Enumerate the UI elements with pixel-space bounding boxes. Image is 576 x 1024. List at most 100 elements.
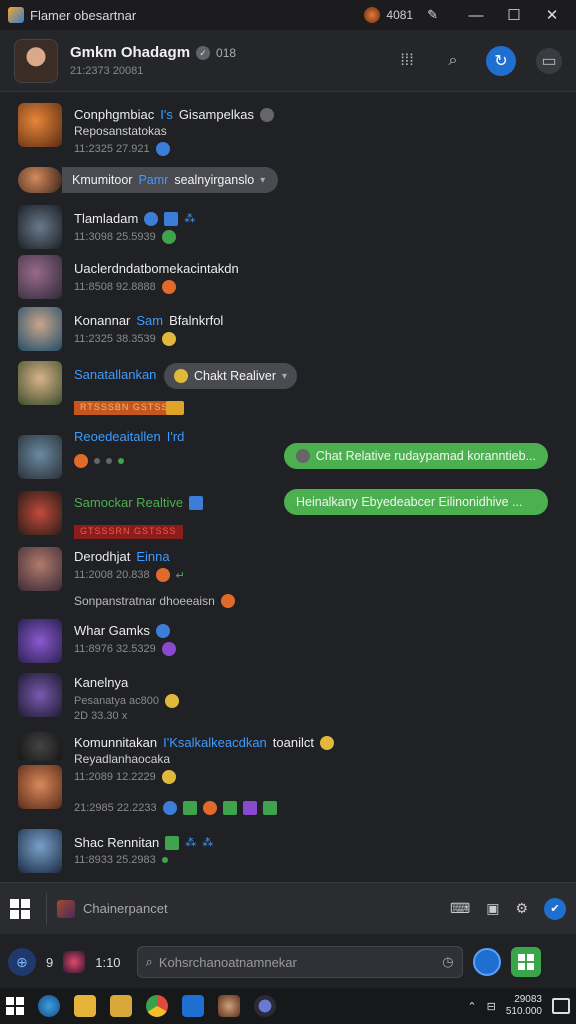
divider	[46, 892, 47, 925]
chat-row[interactable]: Kmumitoor Pamr sealnyirganslo ▾	[0, 165, 576, 195]
chat-row[interactable]: Shac Rennitan ⁂ ⁂ 11:8933 25.2983	[0, 827, 576, 877]
reaction-icon	[222, 801, 237, 815]
chat-row[interactable]: Sanatallankan Chakt Realiver ▾ RTSSSBN G…	[0, 359, 576, 423]
maximize-button[interactable]: ☐	[498, 6, 530, 24]
contact-avatar[interactable]	[14, 38, 58, 83]
smile-icon	[161, 770, 176, 784]
smile-icon	[174, 369, 188, 383]
chat-name: Reoedeaitallen	[74, 429, 161, 444]
leaf-icon	[165, 835, 180, 850]
search-placeholder: Kohsrchanoatnamnekar	[158, 954, 297, 970]
chat-name-tag: I'Ksalkalkeacdkan	[163, 735, 267, 750]
smile-icon	[161, 332, 176, 346]
message-bubble[interactable]: Chat Relative rudaypamad koranntieb...	[316, 449, 536, 463]
compass-icon[interactable]: ⊕	[8, 948, 36, 976]
gem-icon	[161, 642, 176, 656]
disc-icon[interactable]	[254, 995, 276, 1017]
avatar	[18, 361, 62, 405]
refresh-icon[interactable]: ↻	[486, 45, 516, 76]
image-icon[interactable]: ▣	[486, 900, 499, 917]
grid-menu-icon[interactable]: ⁞⁞⁞	[394, 48, 420, 74]
game-icon[interactable]	[218, 995, 240, 1017]
chat-preview: Sonpanstratnar dhoeeaisn	[74, 594, 215, 608]
chat-row[interactable]: Konannar Sam Bfalnkrfol 11:2325 38.3539	[0, 305, 576, 353]
chat-name: Whar Gamks	[74, 623, 150, 638]
record-button[interactable]	[472, 948, 501, 976]
start-button[interactable]	[6, 997, 24, 1015]
dot-icon	[118, 458, 124, 464]
chat-name: Kanelnya	[74, 675, 129, 690]
folder-icon[interactable]	[74, 995, 96, 1017]
close-button[interactable]: ✕	[536, 6, 568, 24]
chat-name: Shac Rennitan	[74, 835, 160, 850]
chat-row[interactable]: 21:2985 22.2233	[0, 799, 576, 825]
avatar	[18, 547, 62, 591]
chat-row[interactable]: Tlamladam ⁂ 11:3098 25.5939	[0, 203, 576, 251]
chevron-down-icon[interactable]: ▾	[260, 175, 265, 186]
keyboard-icon[interactable]: ⌨	[450, 900, 470, 917]
taskbar: ⌃ ⊟ 29083 510.000	[0, 988, 576, 1024]
windows-icon[interactable]	[10, 898, 30, 919]
chevron-up-icon[interactable]: ⌃	[467, 1000, 476, 1013]
profile-avatar[interactable]	[364, 7, 381, 23]
chat-row[interactable]: Kanelnya Pesanatya ac800 2D 33.30 x	[0, 673, 576, 727]
history-icon[interactable]: ◷	[442, 954, 453, 970]
app-icon[interactable]	[182, 995, 204, 1017]
link-icon	[189, 495, 204, 510]
chat-row[interactable]: Samockar Realtive GTSSSRN GSTSSS Heinalk…	[0, 489, 576, 549]
edge-icon[interactable]	[38, 995, 60, 1017]
send-icon[interactable]: ✔	[544, 897, 566, 920]
chat-row[interactable]: Reoedeaitallen I'rd Chat Relative rudayp…	[0, 429, 576, 483]
signal-icon: ⁂	[202, 837, 214, 849]
chat-time: 2D 33.30 x	[74, 710, 128, 722]
chat-row[interactable]: Derodhjat Einna 11:2008 20.838 ↵ Sonpans…	[0, 545, 576, 617]
search-input[interactable]: ⌕ Kohsrchanoatnamnekar ◷	[136, 946, 463, 978]
chat-row[interactable]: Uaclerdndatbomekacintakdn 11:8508 92.888…	[0, 253, 576, 301]
reaction-icon	[262, 801, 277, 815]
chat-name: Samockar Realtive	[74, 495, 184, 510]
coin-icon	[319, 735, 334, 750]
chat-row[interactable]: Conphgmbiac I's Gisampelkas Reposanstato…	[0, 99, 576, 156]
notification-icon[interactable]	[552, 998, 570, 1014]
composer-label[interactable]: Chainerpancet	[83, 901, 168, 916]
message-bubble[interactable]: Heinalkany Ebyedeabcer Eilinonidhive ...	[296, 495, 523, 509]
online-dot-icon	[161, 857, 168, 863]
chat-name: Conphgmbiac	[74, 107, 155, 122]
settings-icon[interactable]: ⚙	[515, 900, 528, 917]
contact-name[interactable]: Gmkm Ohadagm	[70, 44, 190, 61]
archive-icon[interactable]: ▭	[536, 47, 562, 74]
signal-icon: ⁂	[184, 213, 196, 225]
avatar	[18, 491, 62, 535]
minimize-button[interactable]: —	[460, 7, 492, 24]
chat-name-rest: Bfalnkrfol	[169, 313, 224, 328]
chat-name: Derodhjat	[74, 549, 131, 564]
clock[interactable]: 29083 510.000	[506, 994, 542, 1018]
chat-time: 11:2089 12.2229	[74, 771, 156, 783]
sticker-icon[interactable]	[63, 951, 86, 973]
chat-row[interactable]: Whar Gamks 11:8976 32.5329	[0, 619, 576, 667]
chat-header: Gmkm Ohadagm ✓ 018 21:2373 20081 ⁞⁞⁞ ⌕ ↻…	[0, 30, 576, 92]
chevron-down-icon[interactable]: ▾	[282, 371, 287, 382]
network-icon[interactable]: ⊟	[487, 1000, 496, 1013]
status-icon	[144, 211, 159, 226]
avatar	[18, 435, 62, 479]
apps-icon[interactable]	[510, 947, 541, 977]
avatar	[18, 829, 62, 873]
chat-name: Uaclerdndatbomekacintakdn	[74, 261, 239, 276]
message-icon	[296, 449, 310, 463]
chat-name-rest: I'rd	[166, 429, 185, 444]
badge-icon	[166, 401, 184, 415]
avatar	[18, 619, 62, 663]
reaction-icon	[182, 801, 197, 815]
chat-time: 11:2008 20.838	[74, 569, 150, 581]
search-icon[interactable]: ⌕	[440, 48, 466, 74]
pin-icon[interactable]: ✎	[427, 7, 438, 23]
files-icon[interactable]	[110, 995, 132, 1017]
reaction-icon	[202, 801, 217, 815]
chat-name-rest: toanilct	[272, 735, 314, 750]
chat-row[interactable]: Komunnitakan I'Ksalkalkeacdkan toanilct …	[0, 731, 576, 809]
verified-icon: ✓	[196, 45, 211, 60]
taskbar-date: 510.000	[505, 1006, 542, 1017]
avatar	[18, 307, 62, 351]
chrome-icon[interactable]	[146, 995, 168, 1017]
